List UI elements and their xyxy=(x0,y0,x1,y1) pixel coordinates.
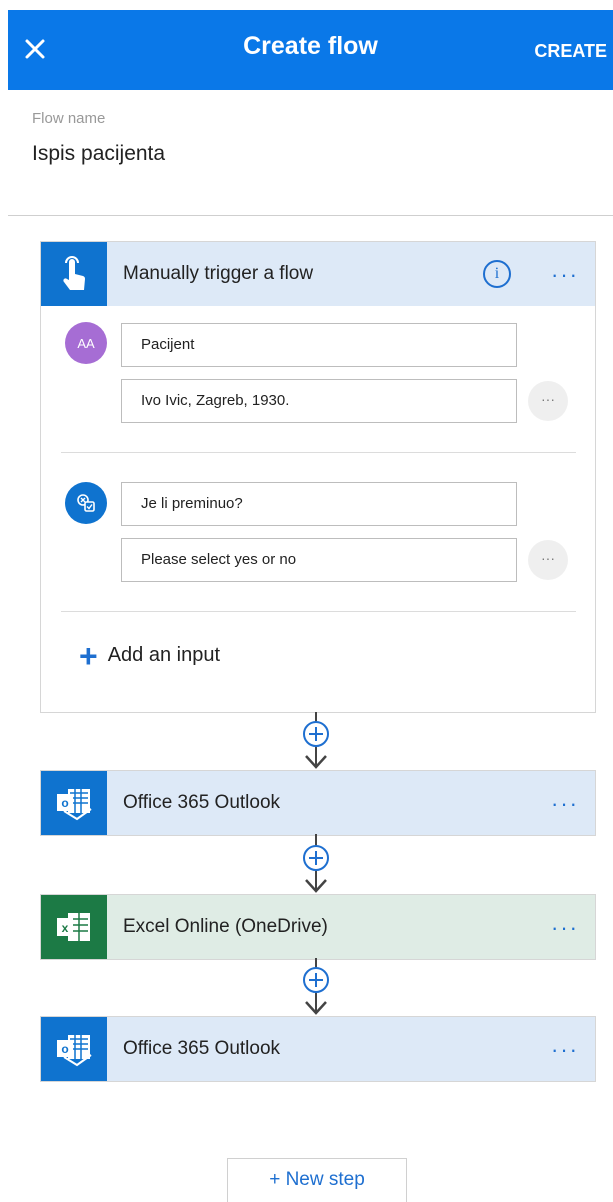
input-title-field[interactable]: Je li preminuo? xyxy=(121,482,517,526)
trigger-card: Manually trigger a flow i ··· AA Pacijen… xyxy=(40,241,596,713)
input-value-field[interactable]: Ivo Ivic, Zagreb, 1930. xyxy=(121,379,517,423)
text-input-icon: AA xyxy=(65,322,107,364)
step-header[interactable]: o Office 365 Outlook ··· xyxy=(41,771,595,835)
trigger-header[interactable]: Manually trigger a flow i ··· xyxy=(41,242,595,306)
input-more-button[interactable]: ··· xyxy=(528,381,568,421)
excel-icon: x xyxy=(41,895,107,959)
more-options-button[interactable]: ··· xyxy=(551,915,579,941)
step-header[interactable]: x Excel Online (OneDrive) ··· xyxy=(41,895,595,959)
step-header[interactable]: o Office 365 Outlook ··· xyxy=(41,1017,595,1081)
add-input-label: Add an input xyxy=(107,644,221,666)
info-icon[interactable]: i xyxy=(483,260,511,288)
insert-step-connector[interactable] xyxy=(300,712,332,770)
separator xyxy=(61,452,576,453)
step-card: x Excel Online (OneDrive) ··· xyxy=(40,894,596,960)
input-value-field[interactable]: Please select yes or no xyxy=(121,538,517,582)
insert-step-connector[interactable] xyxy=(300,958,332,1016)
plus-icon: + xyxy=(79,637,98,674)
more-options-button[interactable]: ··· xyxy=(551,262,579,288)
separator xyxy=(61,611,576,612)
trigger-label: Manually trigger a flow xyxy=(123,263,314,284)
new-step-button[interactable]: + New step xyxy=(227,1158,407,1202)
touch-icon xyxy=(41,242,107,306)
outlook-icon: o xyxy=(41,771,107,835)
svg-text:x: x xyxy=(62,921,69,935)
flow-name-input[interactable]: Ispis pacijenta xyxy=(32,142,165,166)
input-title-field[interactable]: Pacijent xyxy=(121,323,517,367)
svg-text:o: o xyxy=(61,1042,68,1056)
step-card: o Office 365 Outlook ··· xyxy=(40,1016,596,1082)
divider xyxy=(8,215,613,216)
step-label: Office 365 Outlook xyxy=(123,1038,281,1059)
svg-text:o: o xyxy=(61,796,68,810)
more-options-button[interactable]: ··· xyxy=(551,791,579,817)
trigger-inputs: AA Pacijent Ivo Ivic, Zagreb, 1930. ··· … xyxy=(41,306,595,712)
step-card: o Office 365 Outlook ··· xyxy=(40,770,596,836)
page-title: Create flow xyxy=(243,32,378,60)
input-more-button[interactable]: ··· xyxy=(528,540,568,580)
top-bar: Create flow CREATE xyxy=(8,10,613,90)
yes-no-input-icon xyxy=(65,482,107,524)
step-label: Office 365 Outlook xyxy=(123,792,281,813)
insert-step-connector[interactable] xyxy=(300,834,332,894)
flow-name-label: Flow name xyxy=(32,110,106,127)
add-input-button[interactable]: + Add an input xyxy=(79,637,221,674)
outlook-icon: o xyxy=(41,1017,107,1081)
create-button[interactable]: CREATE xyxy=(534,41,607,62)
step-label: Excel Online (OneDrive) xyxy=(123,916,328,937)
more-options-button[interactable]: ··· xyxy=(551,1037,579,1063)
